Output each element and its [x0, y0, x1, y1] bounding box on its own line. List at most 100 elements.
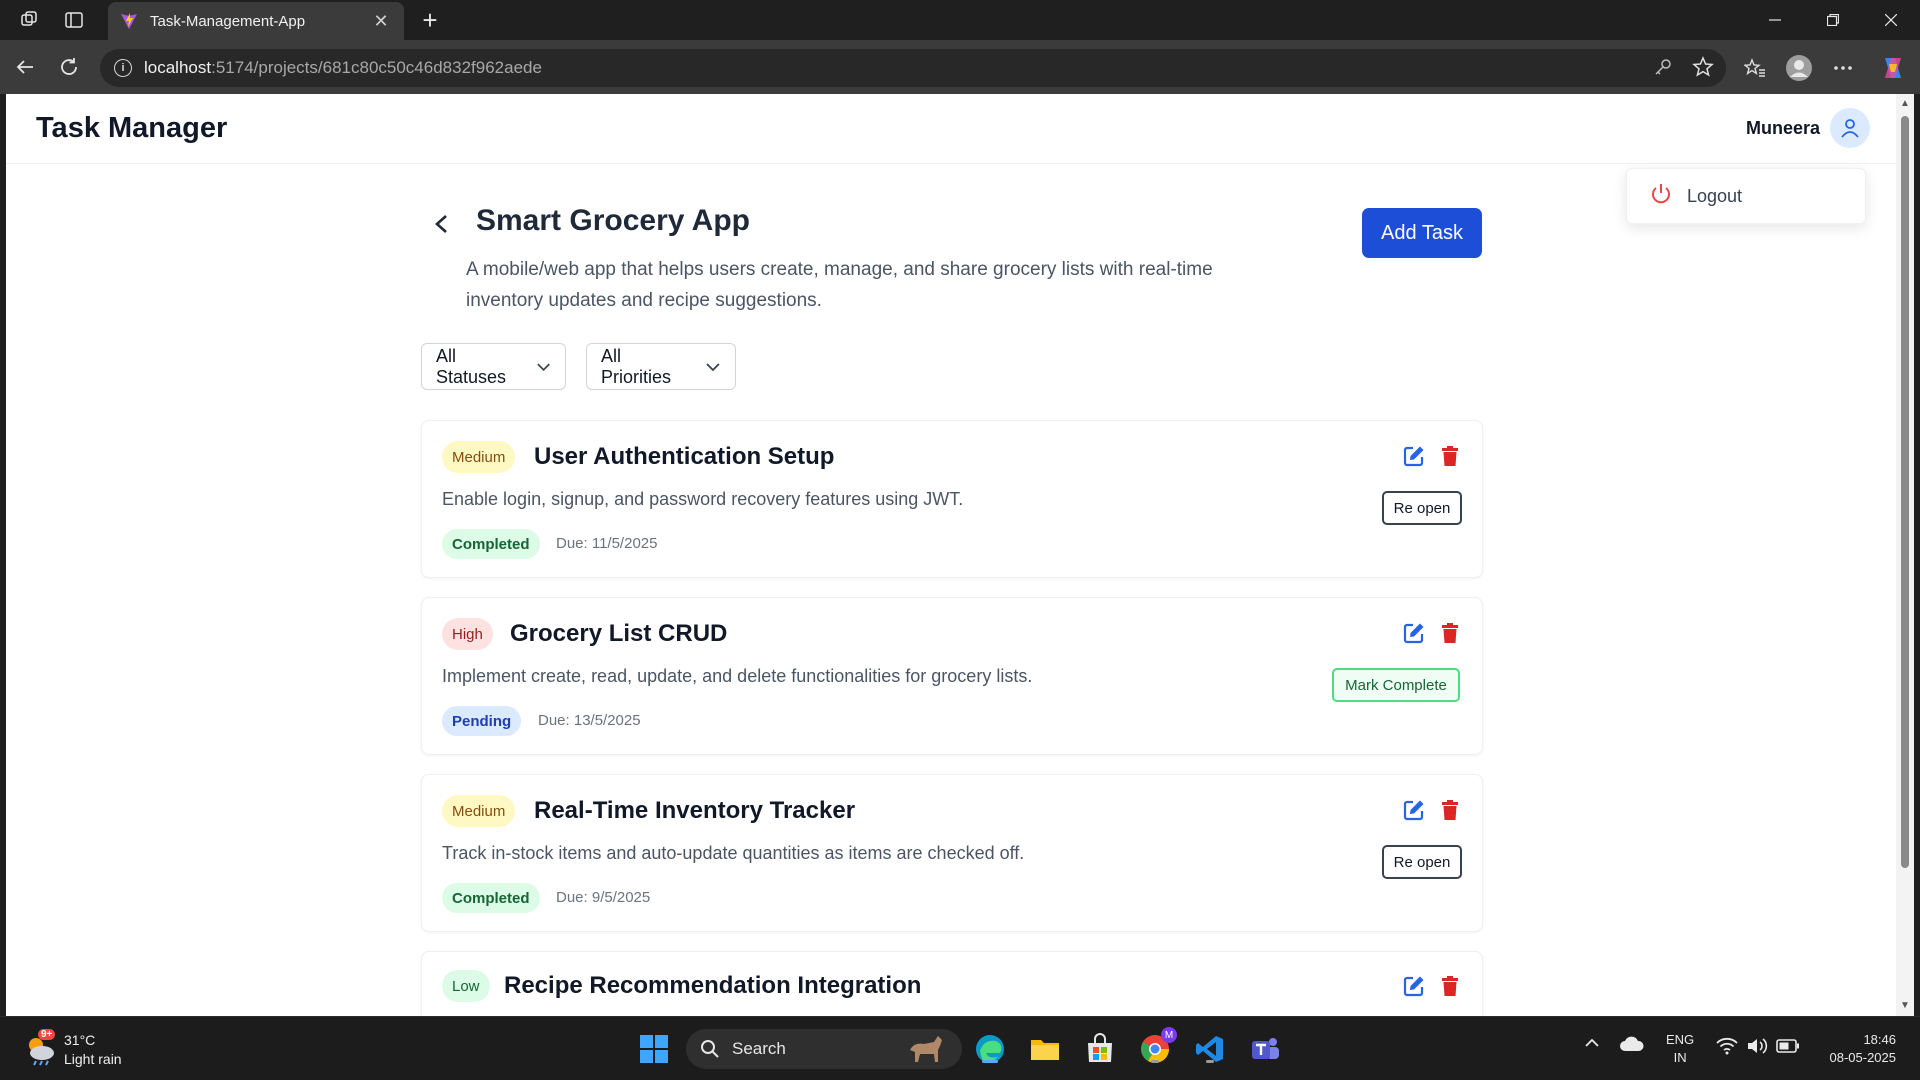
more-options-icon[interactable] [1828, 53, 1858, 83]
status-badge: Completed [442, 883, 540, 913]
priority-badge: Low [442, 970, 490, 1002]
close-window-icon[interactable] [1868, 6, 1914, 34]
status-filter-select[interactable]: All Statuses [421, 343, 566, 390]
back-arrow-icon[interactable] [12, 54, 38, 80]
workspaces-icon[interactable] [18, 8, 42, 32]
page-scrollbar[interactable]: ▲ ▼ [1896, 94, 1914, 1016]
scroll-thumb[interactable] [1901, 116, 1909, 868]
add-task-button[interactable]: Add Task [1362, 208, 1482, 258]
user-name[interactable]: Muneera [1746, 118, 1820, 139]
logout-button[interactable]: Logout [1687, 186, 1742, 207]
restore-icon[interactable] [1810, 6, 1856, 34]
user-avatar[interactable] [1830, 108, 1870, 148]
trash-icon[interactable] [1438, 621, 1462, 645]
taskbar-search[interactable]: Search [686, 1029, 962, 1069]
clock-date: 08-05-2025 [1829, 1050, 1897, 1065]
input-language[interactable]: ENG IN [1666, 1031, 1694, 1067]
profile-avatar-icon[interactable] [1784, 53, 1814, 83]
file-explorer-icon[interactable] [1027, 1031, 1063, 1067]
task-card: High Grocery List CRUD Implement create,… [421, 597, 1483, 755]
microsoft-store-icon[interactable] [1082, 1031, 1118, 1067]
chevron-down-icon [537, 363, 550, 371]
copilot-icon[interactable] [1878, 53, 1908, 83]
weather-condition[interactable]: Light rain [64, 1051, 122, 1067]
favorites-icon[interactable] [1740, 53, 1770, 83]
tab-title: Task-Management-App [150, 12, 306, 30]
priority-filter-select[interactable]: All Priorities [586, 343, 736, 390]
new-tab-icon[interactable]: + [416, 6, 444, 34]
edit-icon[interactable] [1402, 798, 1426, 822]
task-card: Medium User Authentication Setup Enable … [421, 420, 1483, 578]
reopen-button[interactable]: Re open [1382, 491, 1462, 525]
minimize-icon[interactable] [1752, 6, 1798, 34]
language-code: ENG [1666, 1032, 1695, 1047]
password-key-icon[interactable] [1652, 56, 1674, 83]
teams-app-icon[interactable] [1247, 1031, 1283, 1067]
site-info-icon[interactable]: i [114, 59, 132, 77]
due-date: Due: 13/5/2025 [538, 712, 641, 729]
task-title: Recipe Recommendation Integration [504, 972, 922, 999]
windows-start-icon[interactable] [636, 1031, 672, 1067]
trash-icon[interactable] [1438, 798, 1462, 822]
scroll-down-icon[interactable]: ▼ [1899, 1000, 1911, 1012]
vscode-app-icon[interactable] [1192, 1031, 1228, 1067]
chrome-app-icon[interactable]: M [1137, 1027, 1177, 1067]
vite-favicon-icon [121, 13, 137, 29]
refresh-icon[interactable] [56, 54, 82, 80]
mark-complete-button[interactable]: Mark Complete [1332, 668, 1460, 702]
url-host: localhost [144, 58, 212, 77]
region-code: IN [1673, 1050, 1687, 1065]
browser-tab[interactable]: Task-Management-App ✕ [108, 2, 404, 40]
status-filter-value: All Statuses [436, 345, 507, 387]
task-title: User Authentication Setup [534, 443, 835, 470]
back-button[interactable] [424, 206, 460, 242]
task-card: Low Recipe Recommendation Integration [421, 951, 1483, 1016]
active-app-indicator [982, 1060, 998, 1063]
address-bar[interactable]: i localhost:5174/projects/681c80c50c46d8… [100, 49, 1726, 87]
show-hidden-icons[interactable] [1584, 1035, 1600, 1054]
system-clock[interactable]: 18:46 08-05-2025 [1816, 1031, 1897, 1067]
priority-badge: Medium [442, 795, 516, 827]
priority-badge: Medium [442, 441, 516, 473]
trash-icon[interactable] [1438, 444, 1462, 468]
due-date: Due: 9/5/2025 [556, 889, 651, 906]
task-description: Enable login, signup, and password recov… [442, 489, 964, 509]
trash-icon[interactable] [1438, 974, 1462, 998]
edit-icon[interactable] [1402, 621, 1426, 645]
task-card: Medium Real-Time Inventory Tracker Track… [421, 774, 1483, 932]
tab-close-icon[interactable]: ✕ [370, 11, 392, 32]
onedrive-cloud-icon[interactable] [1620, 1035, 1644, 1056]
user-dropdown-menu: Logout [1626, 168, 1866, 224]
task-description: Track in-stock items and auto-update qua… [442, 843, 1025, 863]
clock-time: 18:46 [1863, 1032, 1896, 1047]
task-description: Implement create, read, update, and dele… [442, 666, 1033, 686]
project-description: A mobile/web app that helps users create… [466, 259, 1213, 311]
reopen-button[interactable]: Re open [1382, 845, 1462, 879]
edge-app-icon[interactable] [972, 1031, 1008, 1067]
chevron-left-icon [435, 215, 447, 233]
wifi-icon[interactable] [1716, 1037, 1738, 1058]
favorite-star-icon[interactable] [1692, 56, 1714, 83]
status-badge: Pending [442, 706, 522, 736]
task-title: Real-Time Inventory Tracker [534, 797, 856, 824]
edit-icon[interactable] [1402, 974, 1426, 998]
task-title: Grocery List CRUD [510, 620, 728, 647]
battery-icon[interactable] [1776, 1039, 1800, 1056]
priority-filter-value: All Priorities [601, 345, 672, 387]
search-label: Search [732, 1039, 786, 1058]
running-app-indicator [1206, 1060, 1214, 1063]
app-brand[interactable]: Task Manager [36, 112, 227, 145]
due-date: Due: 11/5/2025 [556, 535, 658, 552]
page-viewport: Task Manager Muneera Logout Smart Grocer… [6, 94, 1896, 1016]
priority-badge: High [442, 618, 493, 650]
edit-icon[interactable] [1402, 444, 1426, 468]
scroll-up-icon[interactable]: ▲ [1899, 98, 1911, 110]
search-icon [701, 1040, 719, 1058]
url-path: :5174/projects/681c80c50c46d832f962aede [211, 58, 542, 77]
running-app-indicator [1151, 1060, 1159, 1063]
weather-temperature[interactable]: 31°C [64, 1032, 95, 1048]
vertical-tabs-icon[interactable] [62, 8, 86, 32]
browser-toolbar: i localhost:5174/projects/681c80c50c46d8… [0, 40, 1920, 94]
volume-icon[interactable] [1746, 1037, 1768, 1058]
search-highlight-horse-icon [910, 1036, 942, 1062]
